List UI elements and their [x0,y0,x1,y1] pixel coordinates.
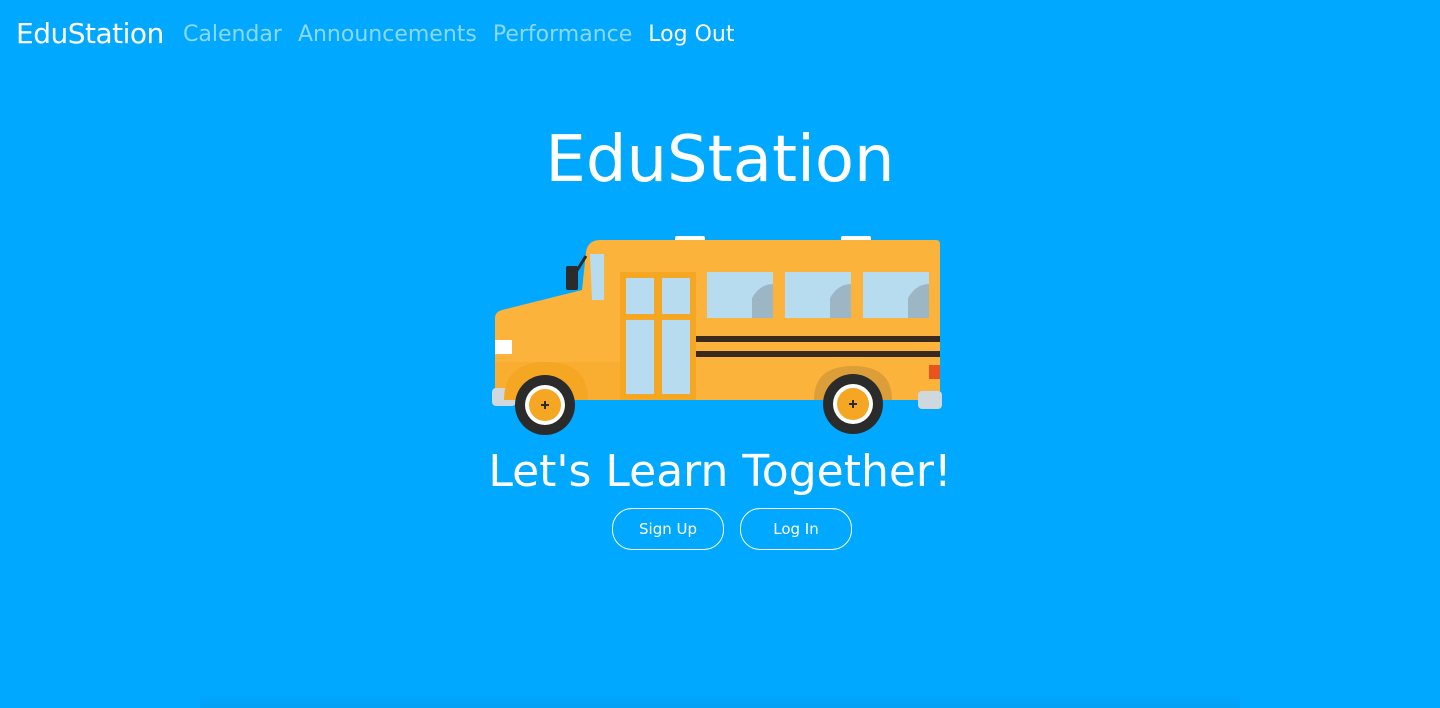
brand-link[interactable]: EduStation [16,16,164,52]
hero-tagline: Let's Learn Together! [488,446,952,497]
nav-links: Calendar Announcements Performance Log O… [183,20,734,50]
hero-title: EduStation [545,123,895,197]
log-in-button[interactable]: Log In [740,508,852,550]
sign-up-button[interactable]: Sign Up [612,508,724,550]
school-bus-illustration [492,236,942,435]
hero-buttons: Sign Up Log In [612,508,852,550]
navbar: EduStation Calendar Announcements Perfor… [0,0,1440,72]
nav-link-announcements[interactable]: Announcements [298,20,477,50]
nav-link-performance[interactable]: Performance [493,20,632,50]
bottom-shadow [200,694,1240,708]
nav-link-calendar[interactable]: Calendar [183,20,282,50]
nav-link-logout[interactable]: Log Out [648,20,734,50]
